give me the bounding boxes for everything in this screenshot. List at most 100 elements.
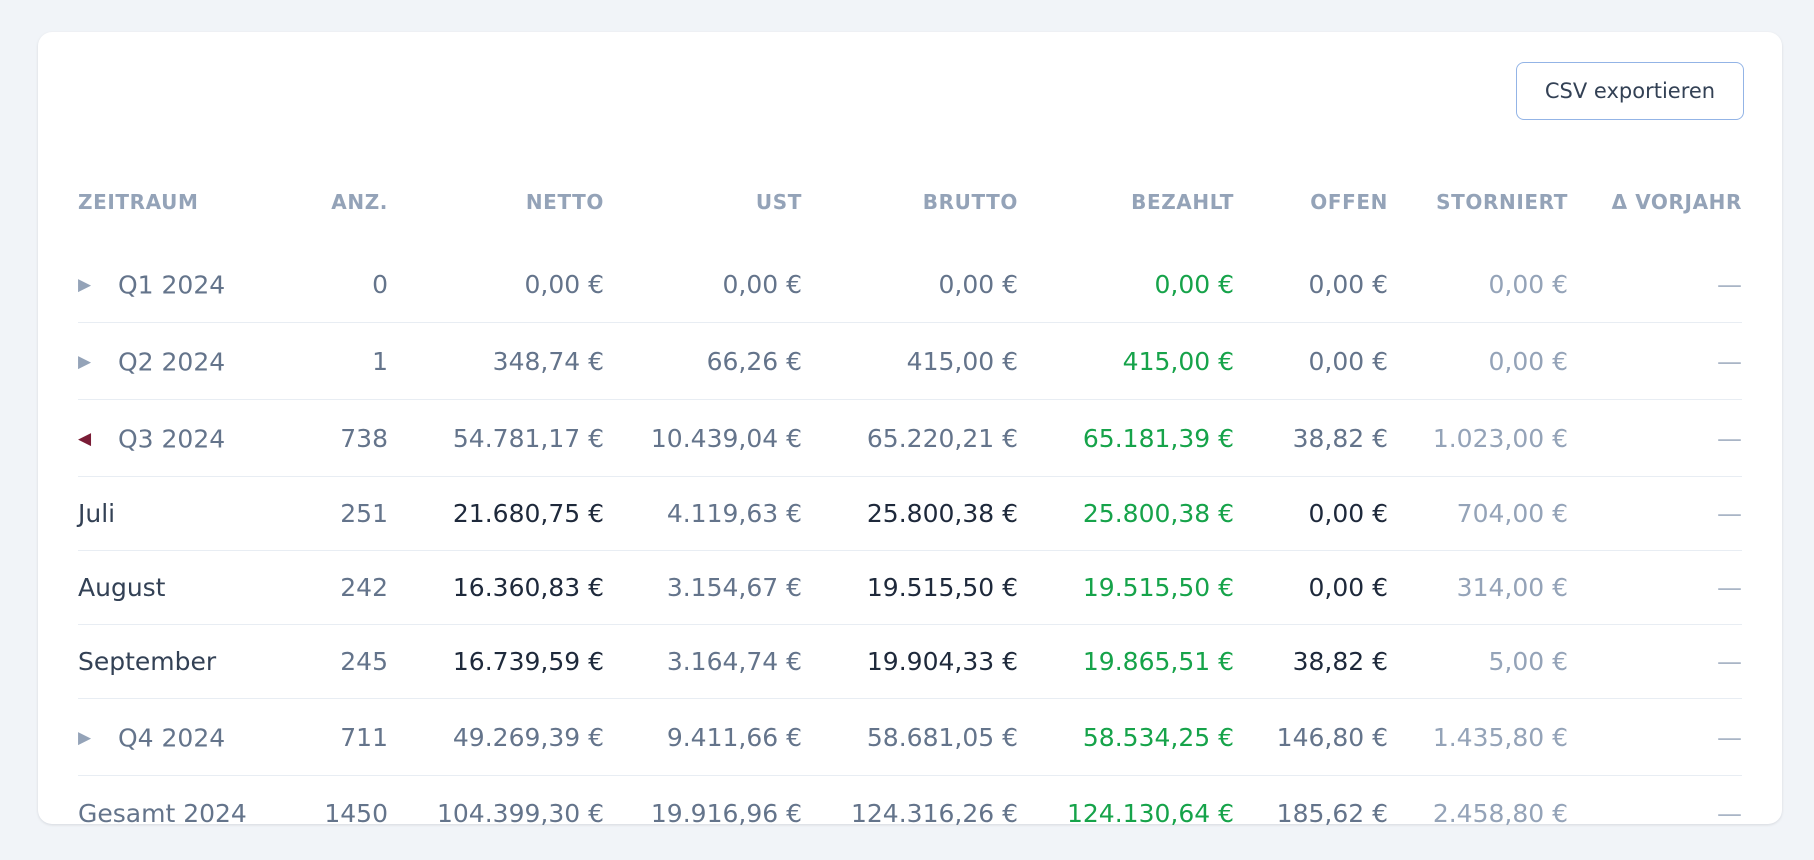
table-row-q3[interactable]: ◀ Q3 2024 738 54.781,17 € 10.439,04 € 65.…	[78, 399, 1742, 477]
collapse-icon[interactable]: ◀	[78, 429, 118, 449]
offen-cell: 0,00 €	[1234, 246, 1388, 323]
bezahlt-cell: 25.800,38 €	[1018, 476, 1234, 551]
delta-cell: —	[1568, 322, 1742, 400]
count-cell: 251	[315, 476, 388, 551]
storniert-cell: 1.023,00 €	[1388, 399, 1568, 477]
offen-cell: 0,00 €	[1234, 550, 1388, 625]
expand-icon[interactable]: ▶	[78, 352, 118, 372]
period-label: Q2 2024	[118, 347, 226, 377]
period-label: Q4 2024	[118, 723, 226, 753]
column-header-offen[interactable]: OFFEN	[1234, 170, 1388, 246]
period-label: Q3 2024	[118, 424, 226, 454]
column-header-storniert[interactable]: STORNIERT	[1388, 170, 1568, 246]
ust-cell: 66,26 €	[604, 322, 802, 400]
period-label: September	[78, 624, 315, 699]
storniert-cell: 2.458,80 €	[1432, 798, 1568, 828]
brutto-cell: 65.220,21 €	[802, 399, 1018, 477]
storniert-cell: 0,00 €	[1388, 246, 1568, 323]
period-cell: ▶ Q4 2024	[78, 698, 315, 776]
bezahlt-cell: 415,00 €	[1018, 322, 1234, 400]
table-row-q4[interactable]: ▶ Q4 2024 711 49.269,39 € 9.411,66 € 58.6…	[78, 698, 1742, 776]
table-row-q1[interactable]: ▶ Q1 2024 0 0,00 € 0,00 € 0,00 € 0,00 € 0…	[78, 246, 1742, 323]
column-header-bezahlt[interactable]: BEZAHLT	[1018, 170, 1234, 246]
count-cell: 242	[315, 550, 388, 625]
count-cell: 1450	[324, 798, 388, 828]
netto-cell: 54.781,17 €	[388, 399, 604, 477]
ust-cell: 9.411,66 €	[604, 698, 802, 776]
offen-cell: 146,80 €	[1234, 698, 1388, 776]
delta-cell: —	[1568, 399, 1742, 477]
column-header-brutto[interactable]: BRUTTO	[802, 170, 1018, 246]
period-label: Juli	[78, 476, 315, 551]
storniert-cell: 5,00 €	[1388, 624, 1568, 699]
delta-cell: —	[1568, 698, 1742, 776]
count-cell: 1	[315, 322, 388, 400]
period-cell: ▶ Q2 2024	[78, 322, 315, 400]
count-cell: 711	[315, 698, 388, 776]
table-row-august: August 242 16.360,83 € 3.154,67 € 19.515…	[78, 550, 1742, 625]
offen-cell: 185,62 €	[1276, 798, 1388, 828]
ust-cell: 10.439,04 €	[604, 399, 802, 477]
revenue-table: ZEITRAUM ANZ. NETTO UST BRUTTO BEZAHLT O…	[78, 170, 1742, 850]
brutto-cell: 0,00 €	[802, 246, 1018, 323]
column-header-netto[interactable]: NETTO	[388, 170, 604, 246]
ust-cell: 19.916,96 €	[650, 798, 802, 828]
bezahlt-cell: 0,00 €	[1018, 246, 1234, 323]
period-label: August	[78, 550, 315, 625]
delta-cell: —	[1568, 246, 1742, 323]
netto-cell: 104.399,30 €	[437, 798, 604, 828]
table-row-juli: Juli 251 21.680,75 € 4.119,63 € 25.800,3…	[78, 476, 1742, 551]
brutto-cell: 124.316,26 €	[851, 798, 1018, 828]
brutto-cell: 25.800,38 €	[802, 476, 1018, 551]
brutto-cell: 58.681,05 €	[802, 698, 1018, 776]
expand-icon[interactable]: ▶	[78, 275, 118, 295]
delta-cell: —	[1717, 798, 1742, 828]
column-header-zeitraum[interactable]: ZEITRAUM	[78, 170, 315, 246]
delta-cell: —	[1568, 476, 1742, 551]
netto-cell: 348,74 €	[388, 322, 604, 400]
expand-icon[interactable]: ▶	[78, 728, 118, 748]
ust-cell: 0,00 €	[604, 246, 802, 323]
brutto-cell: 19.515,50 €	[802, 550, 1018, 625]
bezahlt-cell: 19.515,50 €	[1018, 550, 1234, 625]
delta-cell: —	[1568, 624, 1742, 699]
offen-cell: 0,00 €	[1234, 322, 1388, 400]
count-cell: 245	[315, 624, 388, 699]
offen-cell: 38,82 €	[1234, 624, 1388, 699]
column-header-anzahl[interactable]: ANZ.	[315, 170, 388, 246]
table-row-total: Gesamt 2024 1450 104.399,30 € 19.916,96 …	[78, 776, 1742, 851]
count-cell: 738	[315, 399, 388, 477]
table-header-row: ZEITRAUM ANZ. NETTO UST BRUTTO BEZAHLT O…	[78, 170, 1742, 246]
count-cell: 0	[315, 246, 388, 323]
ust-cell: 4.119,63 €	[604, 476, 802, 551]
offen-cell: 38,82 €	[1234, 399, 1388, 477]
csv-export-button[interactable]: CSV exportieren	[1516, 62, 1744, 120]
netto-cell: 0,00 €	[388, 246, 604, 323]
period-cell: ◀ Q3 2024	[78, 399, 315, 477]
column-header-ust[interactable]: UST	[604, 170, 802, 246]
bezahlt-cell: 19.865,51 €	[1018, 624, 1234, 699]
bezahlt-cell: 65.181,39 €	[1018, 399, 1234, 477]
bezahlt-cell: 124.130,64 €	[1067, 798, 1234, 828]
netto-cell: 16.739,59 €	[388, 624, 604, 699]
report-card: CSV exportieren ZEITRAUM ANZ. NETTO UST …	[38, 32, 1782, 828]
period-label: Gesamt 2024	[78, 798, 247, 828]
storniert-cell: 314,00 €	[1388, 550, 1568, 625]
storniert-cell: 704,00 €	[1388, 476, 1568, 551]
brutto-cell: 415,00 €	[802, 322, 1018, 400]
storniert-cell: 0,00 €	[1388, 322, 1568, 400]
netto-cell: 16.360,83 €	[388, 550, 604, 625]
netto-cell: 49.269,39 €	[388, 698, 604, 776]
brutto-cell: 19.904,33 €	[802, 624, 1018, 699]
ust-cell: 3.154,67 €	[604, 550, 802, 625]
period-cell: ▶ Q1 2024	[78, 246, 315, 323]
delta-cell: —	[1568, 550, 1742, 625]
column-header-delta-vorjahr[interactable]: Δ VORJAHR	[1568, 170, 1742, 246]
offen-cell: 0,00 €	[1234, 476, 1388, 551]
bezahlt-cell: 58.534,25 €	[1018, 698, 1234, 776]
table-row-q2[interactable]: ▶ Q2 2024 1 348,74 € 66,26 € 415,00 € 415…	[78, 322, 1742, 400]
period-label: Q1 2024	[118, 270, 226, 300]
ust-cell: 3.164,74 €	[604, 624, 802, 699]
storniert-cell: 1.435,80 €	[1388, 698, 1568, 776]
netto-cell: 21.680,75 €	[388, 476, 604, 551]
